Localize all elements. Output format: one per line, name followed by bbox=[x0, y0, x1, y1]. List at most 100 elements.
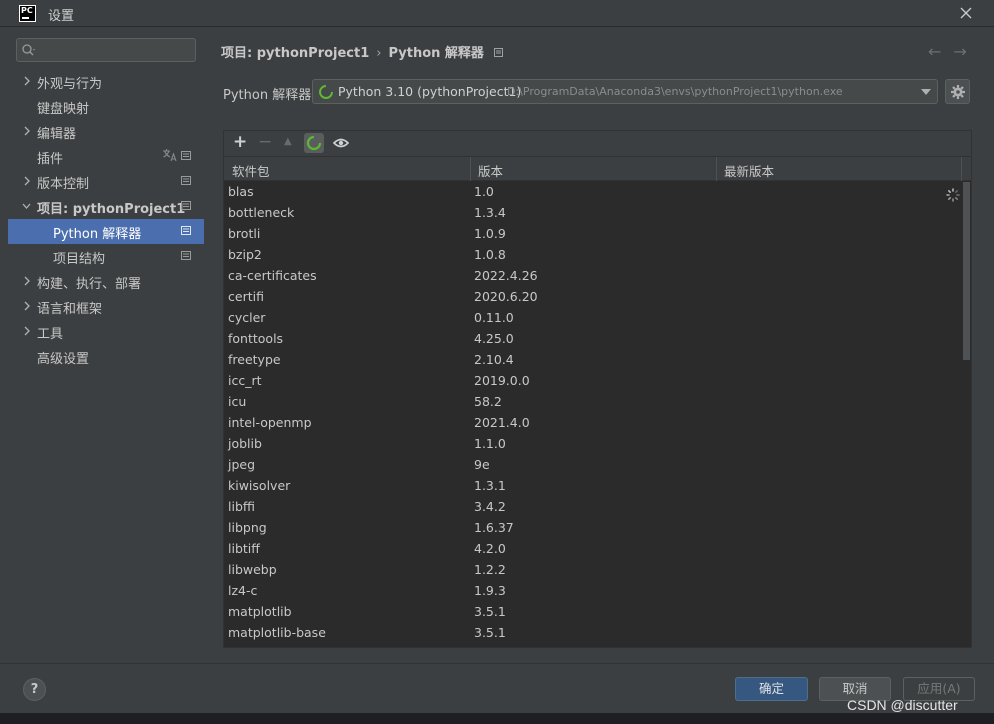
package-version: 4.25.0 bbox=[474, 331, 514, 346]
table-row[interactable]: kiwisolver 1.3.1 bbox=[224, 476, 961, 497]
package-name: joblib bbox=[228, 436, 262, 451]
package-name: libffi bbox=[228, 499, 255, 514]
package-version: 1.6.37 bbox=[474, 520, 514, 535]
chevron-right-icon[interactable] bbox=[22, 326, 31, 336]
package-version: 3.5.1 bbox=[474, 604, 506, 619]
upgrade-package-button[interactable]: ▲ bbox=[279, 133, 299, 153]
help-button[interactable]: ? bbox=[23, 678, 46, 701]
table-row[interactable]: jpeg 9e bbox=[224, 455, 961, 476]
breadcrumb-parent[interactable]: 项目: pythonProject1 bbox=[221, 46, 369, 61]
window-title: 设置 bbox=[48, 9, 75, 24]
project-settings-icon bbox=[181, 226, 191, 235]
sidebar-item-4[interactable]: 插件 bbox=[0, 144, 204, 169]
table-row[interactable]: icc_rt 2019.0.0 bbox=[224, 371, 961, 392]
table-row[interactable]: icu 58.2 bbox=[224, 392, 961, 413]
table-row[interactable]: brotli 1.0.9 bbox=[224, 224, 961, 245]
interpreter-settings-button[interactable] bbox=[945, 79, 970, 104]
ok-button[interactable]: 确定 bbox=[735, 677, 808, 701]
package-name: ca-certificates bbox=[228, 268, 317, 283]
sidebar-item-9[interactable]: 构建、执行、部署 bbox=[0, 269, 204, 294]
package-name: lz4-c bbox=[228, 583, 258, 598]
table-row[interactable]: libwebp 1.2.2 bbox=[224, 560, 961, 581]
table-row[interactable]: matplotlib 3.5.1 bbox=[224, 602, 961, 623]
column-header-latest-version[interactable]: 最新版本 bbox=[724, 161, 774, 180]
package-version: 1.9.3 bbox=[474, 583, 506, 598]
interpreter-select[interactable]: Python 3.10 (pythonProject1) D:\ProgramD… bbox=[312, 79, 938, 104]
remove-package-button[interactable]: − bbox=[254, 132, 274, 153]
package-name: brotli bbox=[228, 226, 261, 241]
project-settings-icon bbox=[493, 48, 503, 57]
package-version: 3.5.1 bbox=[474, 625, 506, 640]
settings-sidebar: 外观与行为键盘映射 编辑器插件版本控制 项目: pythonProject1 Pyth… bbox=[0, 27, 204, 663]
package-version: 4.2.0 bbox=[474, 541, 506, 556]
column-header-package[interactable]: 软件包 bbox=[232, 161, 270, 180]
sidebar-item-10[interactable]: 语言和框架 bbox=[0, 294, 204, 319]
package-name: bzip2 bbox=[228, 247, 262, 262]
package-name: intel-openmp bbox=[228, 415, 312, 430]
package-version: 1.1.0 bbox=[474, 436, 506, 451]
interpreter-label: Python 解释器: bbox=[223, 88, 316, 103]
chevron-down-icon[interactable] bbox=[22, 201, 31, 211]
minus-icon: − bbox=[258, 132, 273, 152]
chevron-right-icon[interactable] bbox=[22, 176, 31, 186]
table-row[interactable]: bottleneck 1.3.4 bbox=[224, 203, 961, 224]
project-settings-icon bbox=[181, 201, 191, 210]
package-version: 1.0.9 bbox=[474, 226, 506, 241]
close-icon[interactable] bbox=[957, 4, 975, 22]
table-row[interactable]: certifi 2020.6.20 bbox=[224, 287, 961, 308]
table-row[interactable]: ca-certificates 2022.4.26 bbox=[224, 266, 961, 287]
package-name: libwebp bbox=[228, 562, 277, 577]
chevron-right-icon[interactable] bbox=[22, 276, 31, 286]
package-toolbar: + − ▲ bbox=[224, 131, 971, 156]
search-input[interactable] bbox=[16, 38, 196, 62]
sidebar-item-label: 工具 bbox=[37, 327, 64, 342]
breadcrumb-separator: › bbox=[376, 46, 382, 61]
package-version: 1.3.1 bbox=[474, 478, 506, 493]
sidebar-item-1[interactable]: 外观与行为 bbox=[0, 69, 204, 94]
table-row[interactable]: freetype 2.10.4 bbox=[224, 350, 961, 371]
table-row[interactable]: libpng 1.6.37 bbox=[224, 518, 961, 539]
watermark: CSDN @discutter bbox=[847, 697, 958, 713]
sidebar-item-label: 插件 bbox=[37, 152, 64, 167]
table-row[interactable]: libtiff 4.2.0 bbox=[224, 539, 961, 560]
table-row[interactable]: cycler 0.11.0 bbox=[224, 308, 961, 329]
sidebar-item-11[interactable]: 工具 bbox=[0, 319, 204, 344]
sidebar-item-2[interactable]: 键盘映射 bbox=[0, 94, 204, 119]
chevron-right-icon[interactable] bbox=[22, 301, 31, 311]
table-row[interactable]: intel-openmp 2021.4.0 bbox=[224, 413, 961, 434]
table-row[interactable]: joblib 1.1.0 bbox=[224, 434, 961, 455]
sidebar-item-3[interactable]: 编辑器 bbox=[0, 119, 204, 144]
table-row[interactable]: fonttools 4.25.0 bbox=[224, 329, 961, 350]
sidebar-item-7[interactable]: Python 解释器 bbox=[8, 219, 204, 244]
show-early-releases-button[interactable] bbox=[331, 133, 351, 153]
package-name: matplotlib-base bbox=[228, 625, 326, 640]
column-divider bbox=[716, 157, 717, 181]
add-package-button[interactable]: + bbox=[229, 132, 249, 153]
table-row[interactable]: bzip2 1.0.8 bbox=[224, 245, 961, 266]
refresh-button[interactable] bbox=[304, 133, 324, 153]
sidebar-item-6[interactable]: 项目: pythonProject1 bbox=[0, 194, 204, 219]
chevron-right-icon[interactable] bbox=[22, 126, 31, 136]
sidebar-item-label: 外观与行为 bbox=[37, 77, 103, 92]
sidebar-item-5[interactable]: 版本控制 bbox=[0, 169, 204, 194]
column-divider bbox=[470, 157, 471, 181]
package-version: 2019.0.0 bbox=[474, 373, 530, 388]
sidebar-item-8[interactable]: 项目结构 bbox=[0, 244, 204, 269]
table-header: 软件包 版本 最新版本 bbox=[224, 156, 971, 181]
vertical-scrollbar[interactable] bbox=[961, 182, 971, 647]
chevron-right-icon[interactable] bbox=[22, 76, 31, 86]
package-name: certifi bbox=[228, 289, 264, 304]
scrollbar-thumb[interactable] bbox=[963, 182, 970, 360]
package-name: libpng bbox=[228, 520, 267, 535]
sidebar-item-12[interactable]: 高级设置 bbox=[0, 344, 204, 369]
interpreter-path: D:\ProgramData\Anaconda3\envs\pythonProj… bbox=[507, 85, 843, 98]
column-header-version[interactable]: 版本 bbox=[478, 161, 503, 180]
project-settings-icon bbox=[181, 151, 191, 160]
back-arrow-icon[interactable]: ← bbox=[928, 42, 953, 61]
table-row[interactable]: libffi 3.4.2 bbox=[224, 497, 961, 518]
table-row[interactable]: matplotlib-base 3.5.1 bbox=[224, 623, 961, 644]
table-row[interactable]: blas 1.0 bbox=[224, 182, 961, 203]
forward-arrow-icon[interactable]: → bbox=[953, 42, 978, 61]
table-row[interactable]: lz4-c 1.9.3 bbox=[224, 581, 961, 602]
loading-icon bbox=[946, 188, 960, 202]
